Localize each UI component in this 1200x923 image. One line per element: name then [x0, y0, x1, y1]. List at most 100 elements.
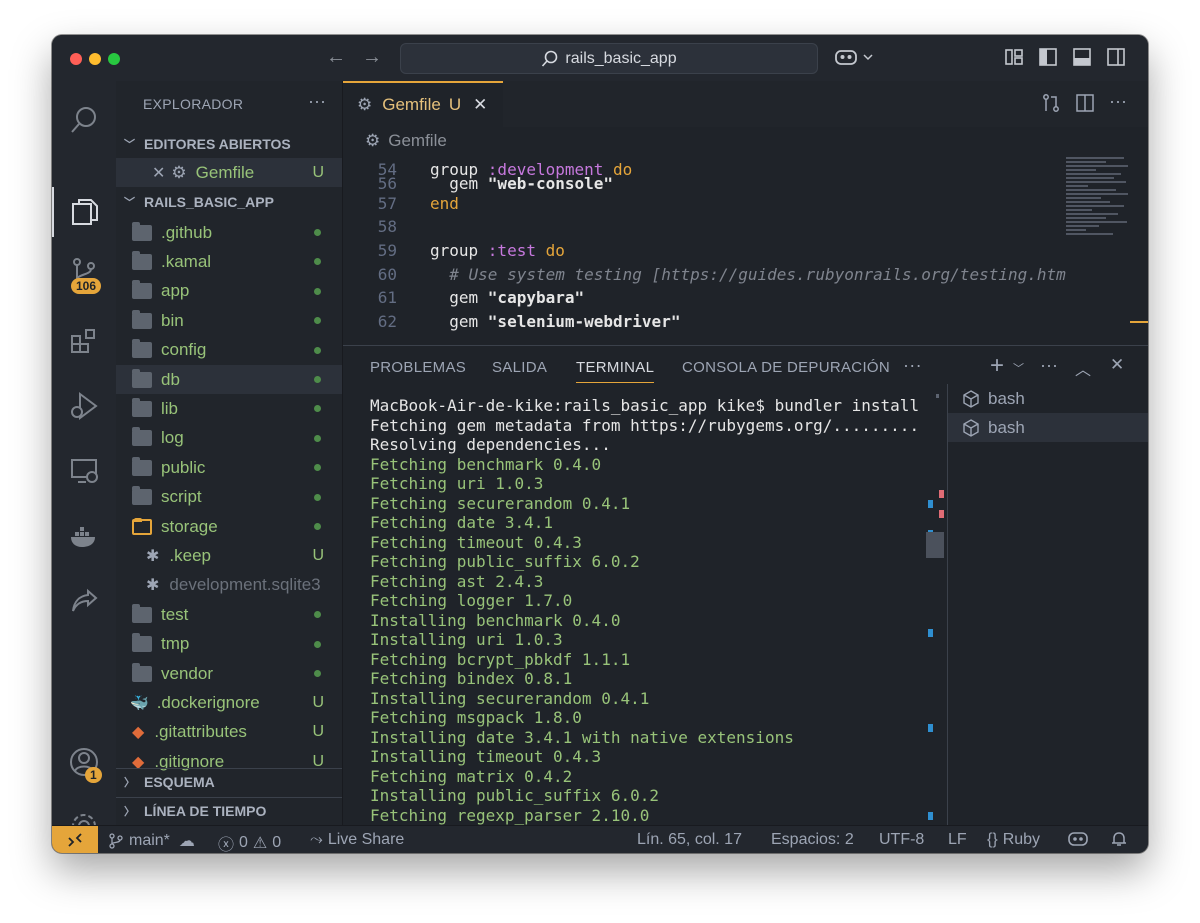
tree-item[interactable]: db	[116, 365, 342, 394]
customize-layout-icon[interactable]	[1004, 47, 1024, 67]
maximize-panel-icon[interactable]: ︿	[1075, 356, 1091, 380]
open-editors-header[interactable]: ﹀ EDITORES ABIERTOS	[116, 131, 342, 157]
editor-more-actions[interactable]: ···	[1109, 91, 1127, 112]
remote-indicator[interactable]	[52, 826, 98, 853]
terminal-output[interactable]: MacBook-Air-de-kike:rails_basic_app kike…	[370, 396, 930, 825]
tree-item-label: storage	[161, 516, 218, 536]
encoding[interactable]: UTF-8	[879, 831, 924, 849]
chevron-down-icon: ﹀	[124, 197, 135, 209]
terminal-line: Fetching securerandom 0.4.1	[370, 493, 631, 513]
copilot-menu-icon[interactable]	[834, 47, 876, 67]
tree-item[interactable]: storage	[116, 512, 342, 541]
explorer-view-icon[interactable]	[52, 187, 116, 237]
tree-item[interactable]: public	[116, 453, 342, 482]
terminal-line: Installing public_suffix 6.0.2	[370, 786, 659, 805]
git-file-icon: ◆	[132, 724, 145, 742]
terminal-scrollbar[interactable]	[926, 394, 946, 826]
code-token: "capybara"	[487, 287, 585, 307]
toggle-sidebar-icon[interactable]	[1038, 47, 1058, 67]
copilot-status-icon[interactable]	[1068, 830, 1088, 848]
cursor-position[interactable]: Lín. 65, col. 17	[637, 831, 742, 849]
problems-status[interactable]: ⓧ 0 ⚠ 0	[218, 831, 281, 853]
breadcrumb[interactable]: ⚙ Gemfile	[365, 131, 447, 151]
braces-icon: {}	[987, 831, 998, 848]
terminal-name: bash	[988, 417, 1025, 437]
tab-gemfile[interactable]: ⚙ Gemfile U ✕	[343, 81, 503, 127]
tree-item[interactable]: ✱ development.sqlite3	[116, 571, 342, 600]
gear-file-icon: ⚙	[365, 131, 381, 150]
close-window-button[interactable]	[70, 53, 82, 65]
code-token: :test	[487, 240, 536, 260]
open-editor-gemfile[interactable]: ✕ ⚙ Gemfile U	[116, 158, 342, 187]
tree-item[interactable]: .github	[116, 218, 342, 247]
chevron-down-icon[interactable]: ﹀	[1013, 360, 1024, 376]
tree-item[interactable]: script	[116, 483, 342, 512]
tree-item[interactable]: tmp	[116, 630, 342, 659]
terminal-line: Fetching benchmark 0.4.0	[370, 454, 602, 474]
tree-item[interactable]: app	[116, 277, 342, 306]
notifications-bell-icon[interactable]	[1110, 830, 1128, 848]
end-of-line[interactable]: LF	[948, 831, 967, 849]
live-share-status[interactable]: ⤳ Live Share	[310, 831, 404, 849]
panel-more-tabs[interactable]: ···	[903, 355, 922, 376]
tree-item[interactable]: lib	[116, 394, 342, 423]
branch-status[interactable]: main* ☁	[108, 831, 195, 851]
terminal-line: Fetching msgpack 1.8.0	[370, 708, 582, 727]
toggle-secondary-sidebar-icon[interactable]	[1106, 47, 1126, 67]
tree-item[interactable]: config	[116, 336, 342, 365]
close-tab-icon[interactable]: ✕	[473, 95, 487, 115]
tree-item[interactable]: vendor	[116, 659, 342, 688]
branch-name: main*	[129, 832, 170, 849]
tab-debug-console[interactable]: CONSOLA DE DEPURACIÓN	[682, 359, 890, 376]
live-share-icon[interactable]	[52, 576, 116, 626]
tree-item[interactable]: ◆ .gitattributes U	[116, 718, 342, 747]
timeline-header[interactable]: 〉 LÍNEA DE TIEMPO	[116, 797, 342, 824]
folder-icon	[132, 662, 152, 682]
tree-item[interactable]: 🐳 .dockerignore U	[116, 688, 342, 717]
error-icon: ⓧ	[218, 837, 235, 853]
minimap[interactable]	[1066, 157, 1128, 277]
maximize-window-button[interactable]	[108, 53, 120, 65]
indentation[interactable]: Espacios: 2	[771, 831, 854, 849]
git-status: U	[312, 723, 324, 741]
open-changes-icon[interactable]	[1041, 93, 1061, 118]
account-icon[interactable]	[52, 737, 116, 787]
remote-explorer-icon[interactable]	[52, 446, 116, 496]
warning-icon: ⚠	[252, 835, 268, 852]
status-bar: main* ☁ ⓧ 0 ⚠ 0 ⤳ Live Share Lín. 65, co…	[52, 825, 1148, 853]
tree-item-label: public	[161, 457, 206, 477]
docker-icon[interactable]	[52, 511, 116, 561]
tab-terminal[interactable]: TERMINAL	[576, 359, 655, 383]
toggle-panel-icon[interactable]	[1072, 47, 1092, 67]
new-terminal-icon[interactable]: +	[990, 352, 1004, 380]
outline-header[interactable]: 〉 ESQUEMA	[116, 768, 342, 795]
tab-output[interactable]: SALIDA	[492, 359, 547, 376]
close-panel-icon[interactable]: ✕	[1110, 355, 1124, 375]
explorer-more-actions[interactable]: ···	[308, 91, 326, 112]
minimize-window-button[interactable]	[89, 53, 101, 65]
tree-item[interactable]: test	[116, 600, 342, 629]
gear-file-icon: ⚙	[357, 95, 373, 114]
terminal-item[interactable]: bash	[948, 384, 1148, 413]
extensions-icon[interactable]	[52, 316, 116, 366]
project-header[interactable]: ﹀ RAILS_BASIC_APP	[116, 189, 342, 215]
split-editor-icon[interactable]	[1075, 93, 1095, 118]
line-number: 60	[377, 264, 397, 284]
search-view-icon[interactable]	[52, 95, 116, 145]
tab-problems[interactable]: PROBLEMAS	[370, 359, 466, 376]
terminal-more-actions[interactable]: ···	[1040, 355, 1058, 376]
language-mode[interactable]: {} Ruby	[987, 831, 1040, 849]
tree-item[interactable]: .kamal	[116, 247, 342, 276]
tree-item[interactable]: ✱ .keep U	[116, 541, 342, 570]
run-debug-icon[interactable]	[52, 381, 116, 431]
close-icon[interactable]: ✕	[152, 163, 165, 183]
folder-icon	[132, 486, 152, 506]
terminal-item[interactable]: bash	[948, 413, 1148, 442]
forward-arrow-icon[interactable]: →	[362, 46, 382, 69]
back-arrow-icon[interactable]: ←	[326, 46, 346, 69]
tree-item[interactable]: bin	[116, 306, 342, 335]
tree-item[interactable]: log	[116, 424, 342, 453]
cube-icon	[963, 389, 979, 408]
command-center-search[interactable]: rails_basic_app	[400, 43, 818, 74]
code-token: do	[545, 240, 565, 260]
